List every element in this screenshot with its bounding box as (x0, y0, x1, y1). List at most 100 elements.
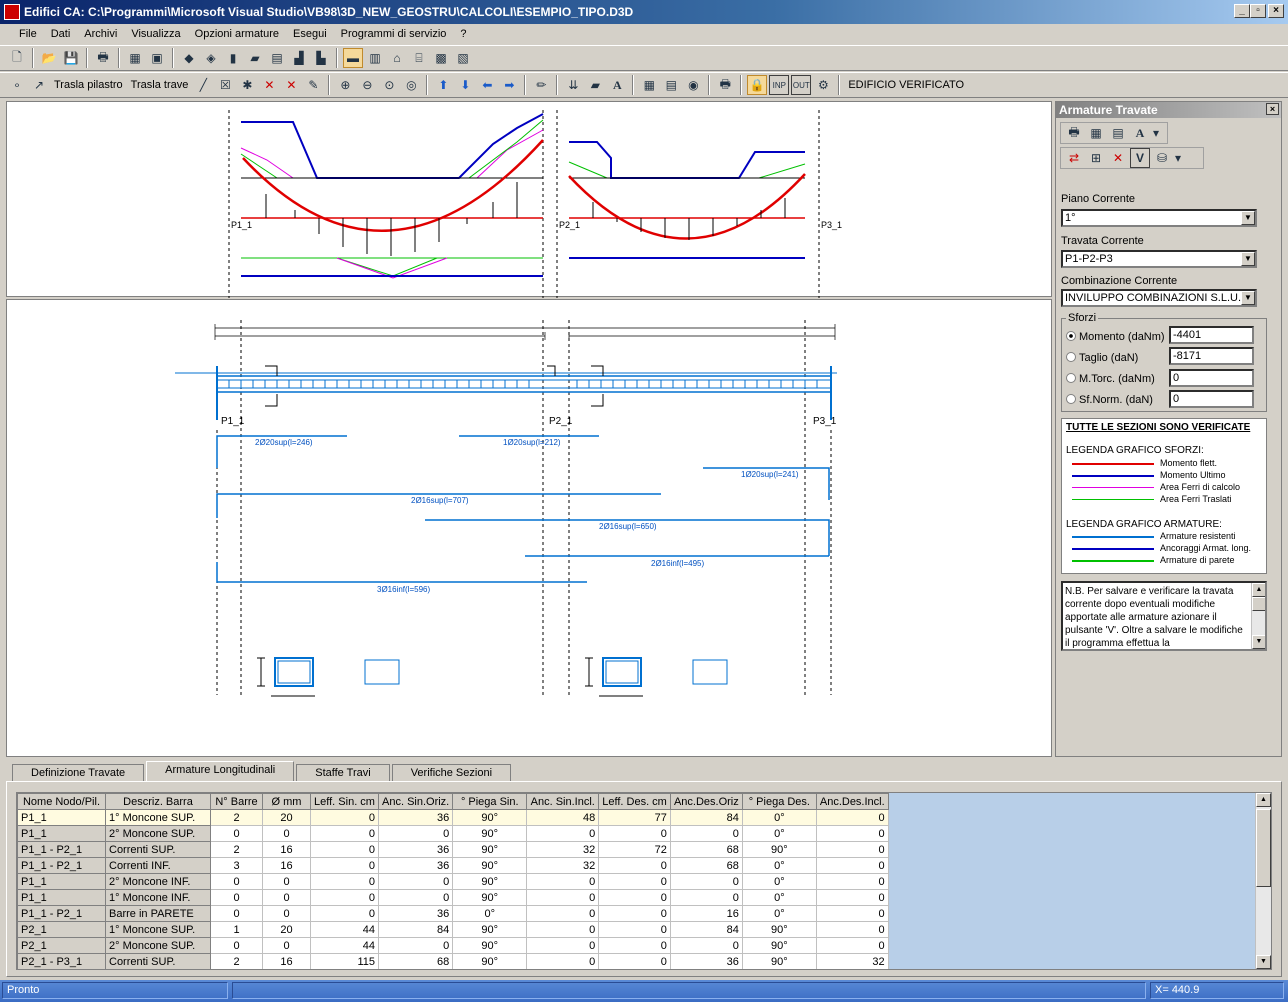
table-cell[interactable]: P1_1 (17, 825, 106, 842)
grid-icon[interactable]: ▦ (639, 75, 659, 95)
color-scale-icon[interactable]: ▰ (585, 75, 605, 95)
table-cell[interactable]: 90° (452, 889, 528, 906)
column-icon[interactable]: ▮ (223, 48, 243, 68)
table-cell[interactable]: 0 (815, 937, 889, 954)
menu-file[interactable]: File (12, 28, 44, 40)
table-cell[interactable]: 32 (526, 857, 600, 874)
table-cell[interactable]: 68 (669, 857, 743, 874)
panel-more-icon[interactable]: ▾ (1152, 123, 1160, 143)
table-cell[interactable]: 0 (598, 921, 671, 938)
table-cell[interactable]: 2° Moncone INF. (105, 873, 211, 890)
print-icon[interactable]: 🖶 (93, 48, 113, 68)
table-cell[interactable]: 0 (669, 873, 743, 890)
table-cell[interactable]: Barre in PARETE (105, 905, 211, 922)
pillar-reinforcement-icon[interactable]: ▥ (365, 48, 385, 68)
note-scrollbar[interactable]: ▲ ▼ (1251, 583, 1265, 649)
scroll-down-icon[interactable]: ▼ (1256, 955, 1271, 969)
inp-button[interactable]: INP (769, 75, 790, 95)
table-cell[interactable]: 0 (310, 857, 379, 874)
layers-icon[interactable]: ▤ (661, 75, 681, 95)
panel-close-button[interactable]: × (1266, 103, 1279, 115)
panel-font-icon[interactable]: A (1130, 123, 1150, 143)
zoom-out-icon[interactable]: ⊖ (357, 75, 377, 95)
view-icon[interactable]: ◉ (683, 75, 703, 95)
table-cell[interactable]: 0 (669, 825, 743, 842)
table-cell[interactable]: 90° (741, 921, 817, 938)
beam-tool-icon[interactable]: ◈ (201, 48, 221, 68)
stack-icon[interactable]: ▧ (453, 48, 473, 68)
grid-column-header[interactable]: Nome Nodo/Pil. (17, 793, 106, 810)
table-cell[interactable]: 20 (262, 809, 311, 826)
table-cell[interactable]: 36 (377, 857, 454, 874)
menu-programmi-servizio[interactable]: Programmi di servizio (334, 28, 454, 40)
sfnorm-radio[interactable]: Sf.Norm. (daN) (1066, 394, 1153, 406)
piano-select[interactable]: 1° ▼ (1061, 209, 1257, 227)
table-cell[interactable]: 0° (741, 905, 817, 922)
table-cell[interactable]: 1° Moncone INF. (105, 889, 211, 906)
table-cell[interactable]: 0° (452, 905, 528, 922)
table-cell[interactable]: 0 (210, 937, 263, 954)
travata-select[interactable]: P1-P2-P3 ▼ (1061, 250, 1257, 268)
table-row[interactable]: P1_1 - P2_1 Correnti INF. 3 16 0 36 90° 32 0 68 0°… (17, 857, 889, 874)
table-cell[interactable]: 0 (815, 841, 889, 858)
panel-verify-button[interactable]: V (1130, 148, 1150, 168)
table-cell[interactable]: 0 (310, 841, 379, 858)
zoom-in-icon[interactable]: ⊕ (335, 75, 355, 95)
table-cell[interactable]: 44 (310, 937, 379, 954)
delete-node-icon[interactable]: ✱ (237, 75, 257, 95)
table-cell[interactable]: 90° (452, 809, 528, 826)
taglio-field[interactable]: -8171 (1169, 347, 1254, 365)
table-cell[interactable]: 2 (210, 953, 263, 969)
table-cell[interactable]: 0 (815, 809, 889, 826)
reinforcement-drawing-canvas[interactable]: P1_1 P2_1 P3_1 2Ø20sup(l=246) 1Ø20sup(l=… (6, 299, 1052, 757)
table-cell[interactable]: 32 (815, 953, 889, 969)
table-cell[interactable]: 0 (310, 905, 379, 922)
beam-reinforcement-icon[interactable]: ▬ (343, 48, 363, 68)
table-cell[interactable]: 77 (598, 809, 671, 826)
scroll-up-icon[interactable]: ▲ (1256, 793, 1271, 807)
scroll-thumb[interactable] (1252, 597, 1265, 611)
delete-box-icon[interactable]: ☒ (215, 75, 235, 95)
scroll-up-icon[interactable]: ▲ (1252, 583, 1265, 597)
table-cell[interactable]: 0 (377, 889, 454, 906)
table-cell[interactable]: 36 (377, 809, 454, 826)
table-cell[interactable]: 16 (262, 953, 311, 969)
pillar-tool-icon[interactable]: ◆ (179, 48, 199, 68)
table-row[interactable]: P2_1 2° Moncone SUP. 0 0 44 0 90° 0 0 0 90° 0 (17, 937, 889, 954)
table-cell[interactable]: 0 (377, 937, 454, 954)
table-cell[interactable]: P1_1 - P2_1 (17, 905, 106, 922)
menu-opzioni-armature[interactable]: Opzioni armature (188, 28, 286, 40)
sfnorm-field[interactable]: 0 (1169, 390, 1254, 408)
table-cell[interactable]: 20 (262, 921, 311, 938)
table-cell[interactable]: 48 (526, 809, 600, 826)
lock-icon[interactable]: 🔒 (747, 75, 768, 95)
table-cell[interactable]: 16 (262, 841, 311, 858)
table-cell[interactable]: 3 (210, 857, 263, 874)
table-cell[interactable]: 0 (310, 889, 379, 906)
save-icon[interactable]: 💾 (61, 48, 81, 68)
move-pillar-icon[interactable]: ↗ (29, 75, 49, 95)
grid-column-header[interactable]: Anc. Sin.Incl. (526, 793, 600, 810)
table-cell[interactable]: 1 (210, 921, 263, 938)
table-cell[interactable]: P1_1 (17, 809, 106, 826)
mtorc-field[interactable]: 0 (1169, 369, 1254, 387)
panel-print-icon[interactable]: 🖶 (1064, 123, 1084, 143)
plinth-icon[interactable]: ⌂ (387, 48, 407, 68)
arrow-right-icon[interactable]: ➡ (499, 75, 519, 95)
new-file-icon[interactable]: 🗋 (7, 48, 27, 68)
table-cell[interactable]: 16 (669, 905, 743, 922)
table-cell[interactable]: 90° (452, 953, 528, 969)
table-cell[interactable]: 0 (210, 889, 263, 906)
grid-column-header[interactable]: Anc.Des.Incl. (815, 793, 889, 810)
table-cell[interactable]: 2 (210, 841, 263, 858)
table-cell[interactable]: Correnti INF. (105, 857, 211, 874)
table-cell[interactable]: 0 (262, 889, 311, 906)
grid-column-header[interactable]: Descriz. Barra (105, 793, 211, 810)
table-cell[interactable]: 0 (598, 905, 671, 922)
table-row[interactable]: P1_1 2° Moncone INF. 0 0 0 0 90° 0 0 0 0° 0 (17, 873, 889, 890)
table-cell[interactable]: 1° Moncone SUP. (105, 921, 211, 938)
table-cell[interactable]: 0 (262, 873, 311, 890)
table-cell[interactable]: 84 (377, 921, 454, 938)
table-row[interactable]: P1_1 - P2_1 Correnti SUP. 2 16 0 36 90° 32 72 68 9… (17, 841, 889, 858)
zoom-window-icon[interactable]: ⊙ (379, 75, 399, 95)
